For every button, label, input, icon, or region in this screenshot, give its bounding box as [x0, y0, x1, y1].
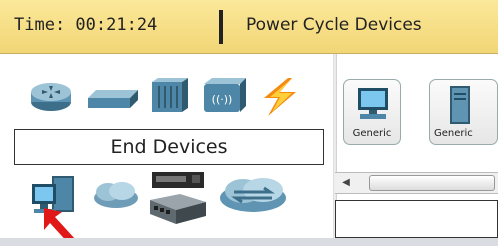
category-label: End Devices — [14, 129, 324, 165]
scroll-left-icon[interactable]: ◀ — [339, 176, 353, 190]
hub-icon[interactable] — [150, 78, 190, 118]
wan-emulation-icon[interactable] — [92, 180, 140, 214]
device-label: Generic — [352, 128, 392, 139]
bottom-strip — [0, 238, 498, 246]
svg-text:((·)): ((·)) — [212, 93, 233, 106]
generic-server-device-button[interactable]: Generic — [429, 79, 498, 145]
time-display: Time: 00:21:24 — [14, 15, 158, 35]
scrollbar-thumb[interactable] — [369, 175, 495, 191]
top-status-bar: Time: 00:21:24 Power Cycle Devices — [0, 0, 498, 54]
power-cycle-devices-button[interactable]: Power Cycle Devices — [246, 15, 422, 35]
switch-icon[interactable] — [88, 84, 140, 114]
device-list-scrollbar[interactable]: ◀ — [335, 172, 498, 194]
router-icon[interactable] — [28, 80, 74, 118]
multiuser-connection-icon[interactable] — [218, 176, 288, 218]
wireless-device-icon[interactable]: ((·)) — [202, 78, 248, 118]
device-label: Generic — [434, 128, 473, 139]
generic-pc-device-button[interactable]: Generic — [343, 79, 401, 145]
connections-icon[interactable] — [258, 78, 300, 120]
device-description-box — [335, 200, 498, 238]
separator — [219, 10, 223, 44]
pc-icon — [358, 88, 388, 119]
server-icon — [450, 86, 470, 124]
custom-made-devices-icon[interactable] — [146, 170, 210, 230]
